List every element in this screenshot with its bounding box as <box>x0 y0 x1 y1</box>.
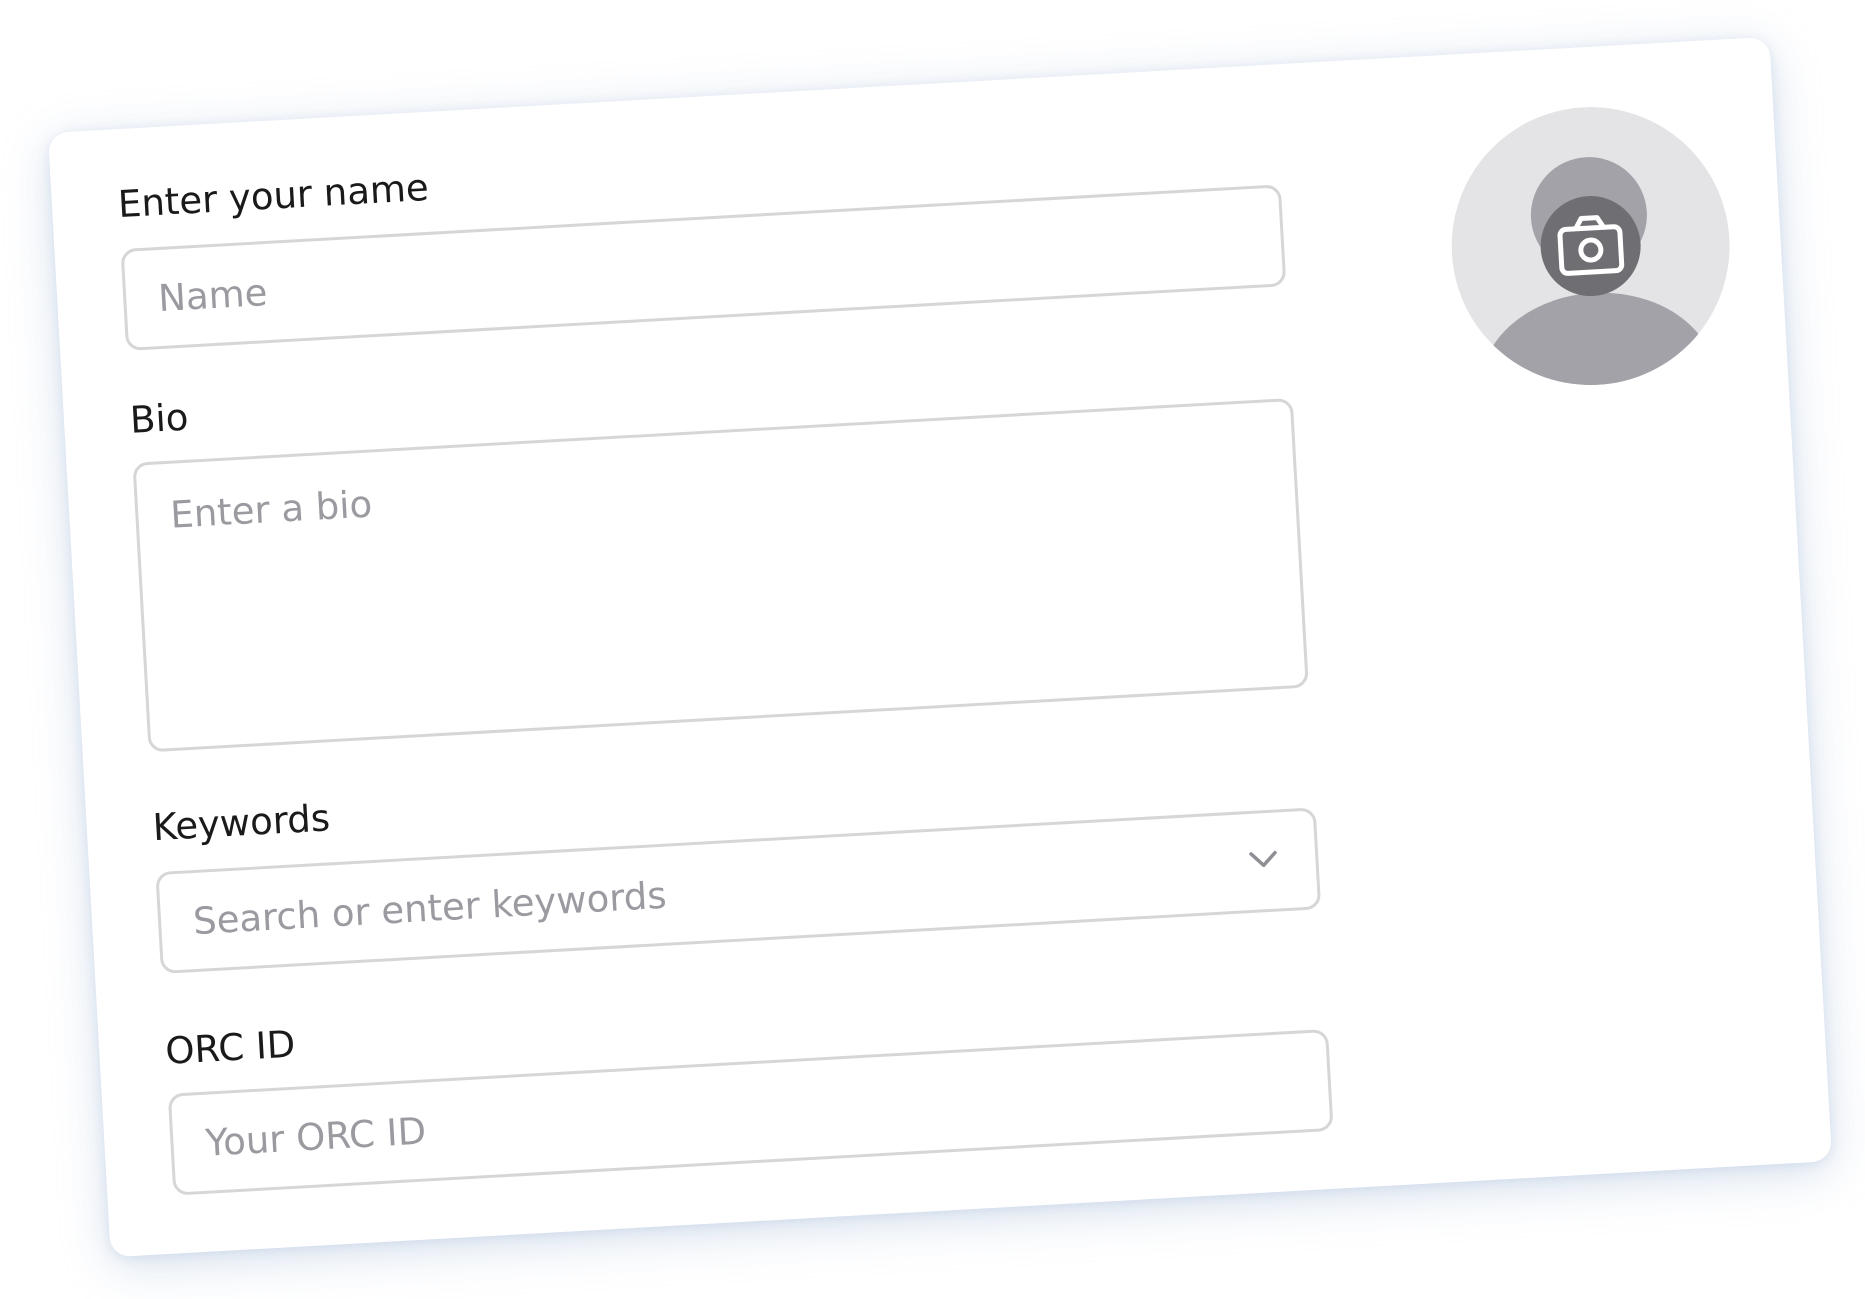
keywords-input[interactable] <box>158 810 1319 971</box>
keywords-label: Keywords <box>151 796 332 850</box>
stage: Enter your name Bio Keywords ORC ID <box>0 0 1865 1299</box>
chevron-down-icon[interactable] <box>1245 844 1283 874</box>
profile-form-card: Enter your name Bio Keywords ORC ID <box>47 36 1833 1258</box>
avatar-upload[interactable] <box>1444 100 1737 393</box>
bio-textarea[interactable] <box>135 401 1306 750</box>
bio-label: Bio <box>128 395 190 442</box>
orcid-input[interactable] <box>170 1032 1331 1193</box>
name-label: Enter your name <box>116 165 430 227</box>
orcid-field-wrapper <box>167 1028 1334 1196</box>
orcid-label: ORC ID <box>164 1022 297 1073</box>
bio-field-wrapper <box>132 397 1309 753</box>
